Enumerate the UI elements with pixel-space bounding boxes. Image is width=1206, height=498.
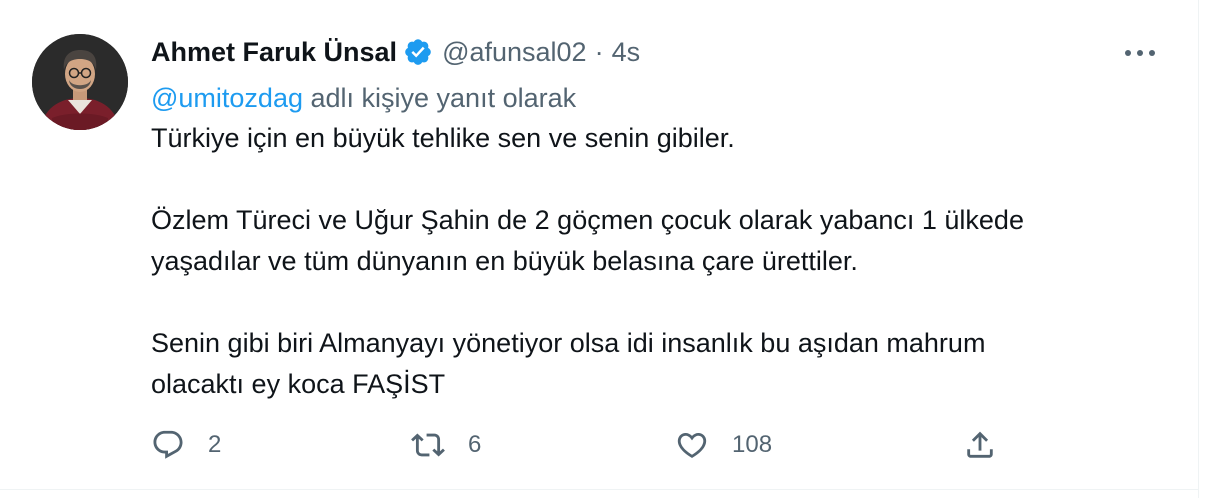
reply-context-text: adlı kişiye yanıt olarak (302, 83, 577, 113)
avatar-image (32, 34, 128, 130)
tweet-line: Senin gibi biri Almanyayı yönetiyor olsa… (151, 328, 986, 358)
reply-count: 2 (208, 431, 222, 458)
user-handle[interactable]: @afunsal02 (442, 37, 587, 68)
tweet-actions: 2 6 108 (151, 425, 1011, 465)
separator-dot: · (594, 36, 604, 67)
tweet-text: Türkiye için en büyük tehlike sen ve sen… (151, 118, 1141, 405)
share-icon (963, 428, 997, 462)
tweet-line: yaşadılar ve tüm dünyanın en büyük belas… (151, 246, 858, 276)
avatar[interactable] (32, 34, 128, 130)
share-button[interactable] (963, 425, 997, 465)
like-button[interactable]: 108 (675, 425, 772, 465)
retweet-count: 6 (468, 431, 482, 458)
reply-context: @umitozdag adlı kişiye yanıt olarak (151, 80, 1141, 116)
like-count: 108 (732, 431, 773, 458)
tweet-body: Ahmet Faruk Ünsal @afunsal02 · 4s @umito… (151, 28, 1141, 405)
verified-badge-icon (403, 37, 433, 67)
heart-icon (675, 428, 709, 462)
column-border (1198, 0, 1199, 498)
retweet-button[interactable]: 6 (411, 425, 481, 465)
reply-button[interactable]: 2 (151, 425, 221, 465)
tweet[interactable]: Ahmet Faruk Ünsal @afunsal02 · 4s @umito… (0, 0, 1198, 490)
tweet-header: Ahmet Faruk Ünsal @afunsal02 · 4s (151, 28, 1141, 76)
reply-icon (151, 428, 185, 462)
display-name[interactable]: Ahmet Faruk Ünsal (151, 37, 397, 68)
tweet-paragraph: Özlem Türeci ve Uğur Şahin de 2 göçmen ç… (151, 200, 1141, 282)
tweet-line: Özlem Türeci ve Uğur Şahin de 2 göçmen ç… (151, 205, 1024, 235)
retweet-icon (411, 428, 445, 462)
tweet-paragraph: Türkiye için en büyük tehlike sen ve sen… (151, 118, 1141, 159)
more-options-button[interactable] (1122, 38, 1158, 68)
reply-mention-link[interactable]: @umitozdag (151, 83, 303, 113)
tweet-paragraph: Senin gibi biri Almanyayı yönetiyor olsa… (151, 323, 1141, 405)
more-options-icon (1125, 50, 1155, 56)
tweet-line: Türkiye için en büyük tehlike sen ve sen… (151, 123, 735, 153)
timestamp[interactable]: 4s (612, 37, 641, 68)
tweet-line: olacaktı ey koca FAŞİST (151, 369, 446, 399)
